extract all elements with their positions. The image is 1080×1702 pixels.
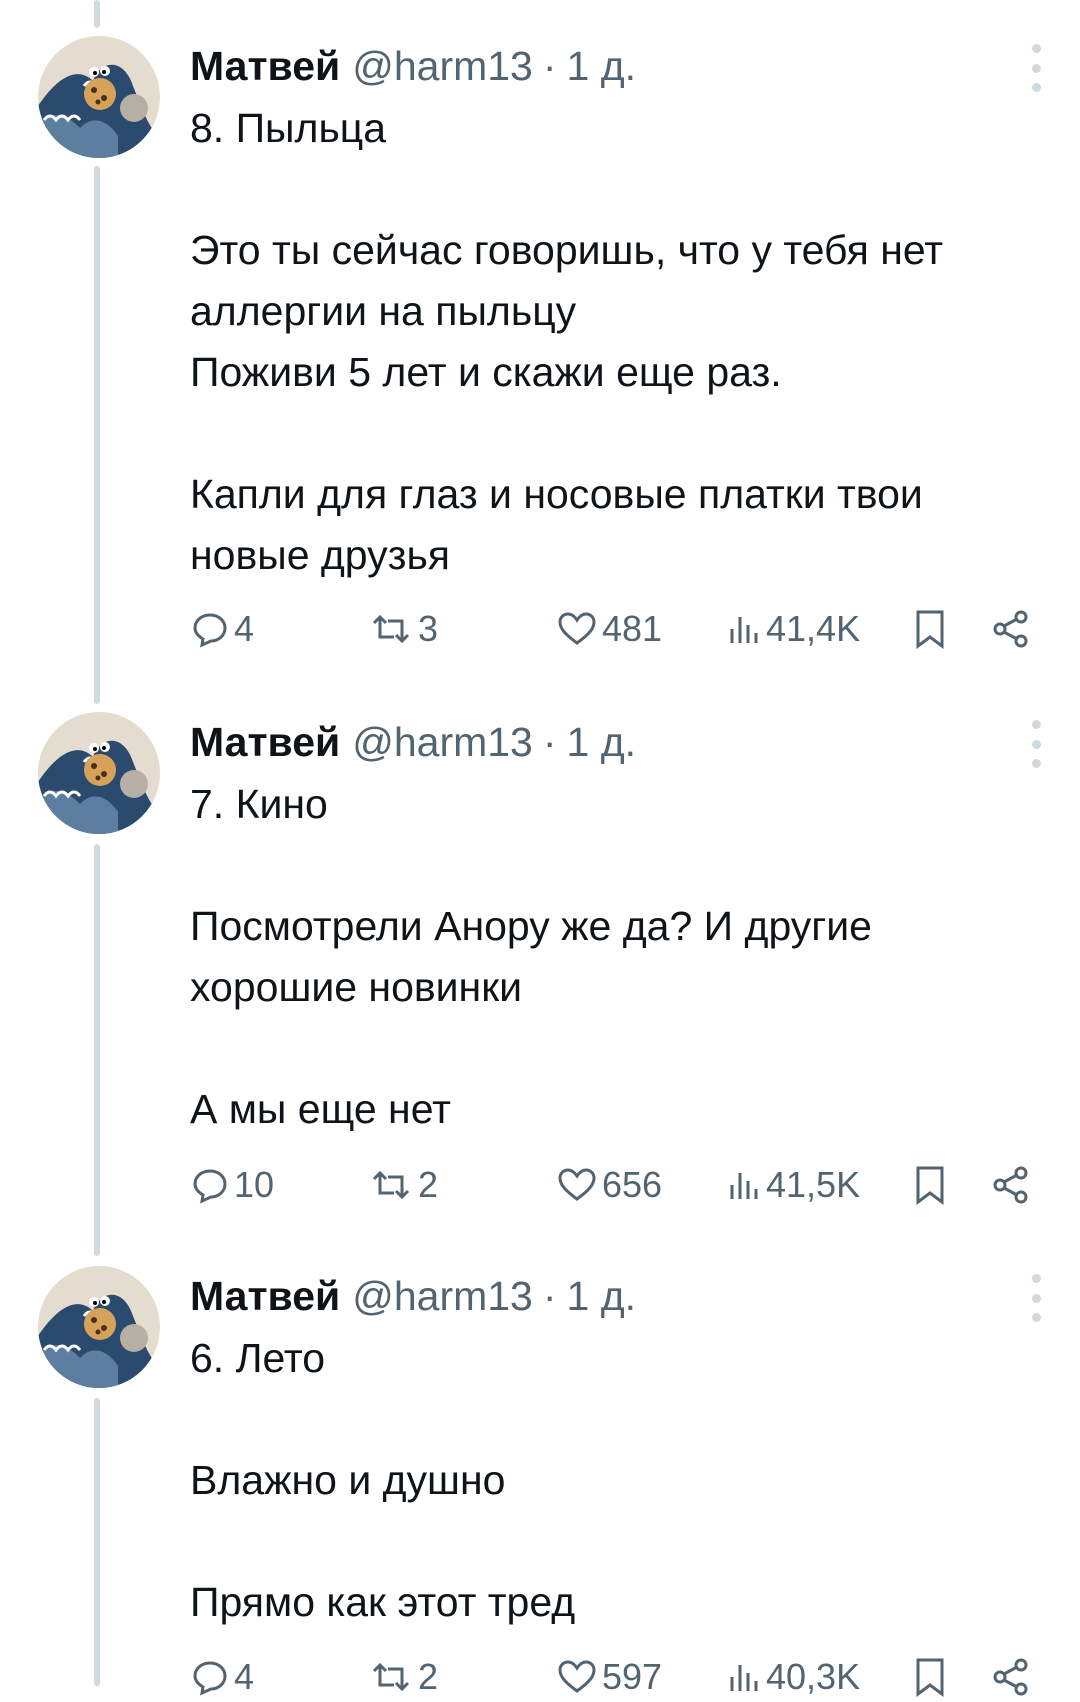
tweet-line: Посмотрели Анору же да? И другие — [190, 903, 872, 949]
tweet[interactable]: Матвей @harm13 · 1 д. 7. Кино Посмотрели… — [0, 712, 1080, 1232]
author-name[interactable]: Матвей — [190, 1273, 340, 1320]
share-button[interactable] — [990, 1652, 1036, 1702]
tweet-line: 7. Кино — [190, 781, 328, 827]
bookmark-button[interactable] — [912, 1652, 952, 1702]
author-name[interactable]: Матвей — [190, 719, 340, 766]
bookmark-icon — [916, 1658, 944, 1697]
retweet-button[interactable]: 3 — [368, 604, 438, 654]
tweet-text: 7. Кино Посмотрели Анору же да? И другие… — [190, 774, 1050, 1140]
like-count: 656 — [602, 1164, 663, 1205]
views-count: 40,3K — [766, 1656, 861, 1697]
tweet-line: аллергии на пыльцу — [190, 288, 577, 334]
views-button[interactable]: 41,5K — [726, 1160, 860, 1210]
reply-count: 4 — [234, 1656, 255, 1697]
reply-button[interactable]: 4 — [190, 604, 254, 654]
tweet-line: Прямо как этот тред — [190, 1579, 576, 1625]
action-bar: 10 2 656 41,5K — [190, 1160, 1050, 1210]
timestamp[interactable]: 1 д. — [567, 719, 637, 766]
tweet[interactable]: Матвей @harm13 · 1 д. 6. Лето Влажно и д… — [0, 1266, 1080, 1697]
views-count: 41,5K — [766, 1164, 861, 1205]
like-button[interactable]: 597 — [556, 1652, 662, 1702]
more-vertical-icon[interactable] — [1028, 716, 1044, 772]
like-count: 597 — [602, 1656, 663, 1697]
tweet-line: А мы еще нет — [190, 1086, 451, 1132]
author-handle[interactable]: @harm13 — [352, 1273, 533, 1320]
share-button[interactable] — [990, 604, 1036, 654]
retweet-count: 2 — [418, 1656, 439, 1697]
like-button[interactable]: 481 — [556, 604, 662, 654]
share-button[interactable] — [990, 1160, 1036, 1210]
reply-icon — [193, 613, 227, 648]
tweet-line: хорошие новинки — [190, 964, 523, 1010]
views-count: 41,4K — [766, 608, 861, 649]
retweet-count: 3 — [418, 608, 439, 649]
tweet-line: Поживи 5 лет и скажи еще раз. — [190, 349, 782, 395]
more-vertical-icon[interactable] — [1028, 40, 1044, 96]
bookmark-button[interactable] — [912, 604, 952, 654]
like-count: 481 — [602, 608, 663, 649]
reply-count: 4 — [234, 608, 255, 649]
views-chart-icon — [730, 617, 758, 643]
author-handle[interactable]: @harm13 — [352, 43, 533, 90]
views-button[interactable]: 41,4K — [726, 604, 860, 654]
tweet-header: Матвей @harm13 · 1 д. — [190, 718, 636, 766]
author-handle[interactable]: @harm13 — [352, 719, 533, 766]
timestamp[interactable]: 1 д. — [567, 1273, 637, 1320]
heart-icon — [558, 1168, 596, 1201]
tweet-line: 8. Пыльца — [190, 105, 387, 151]
reply-icon — [193, 1169, 227, 1204]
tweet-header: Матвей @harm13 · 1 д. — [190, 1272, 636, 1320]
more-vertical-icon[interactable] — [1028, 1270, 1044, 1326]
retweet-icon — [372, 1662, 410, 1692]
retweet-button[interactable]: 2 — [368, 1160, 438, 1210]
separator-dot: · — [542, 1272, 557, 1319]
action-bar: 4 2 597 40,3K — [190, 1652, 1050, 1702]
heart-icon — [558, 612, 596, 645]
views-chart-icon — [730, 1173, 758, 1199]
action-bar: 4 3 481 41,4K — [190, 604, 1050, 654]
share-icon — [993, 1658, 1028, 1696]
tweet-text: 6. Лето Влажно и душно Прямо как этот тр… — [190, 1328, 1050, 1633]
avatar[interactable] — [38, 712, 160, 834]
author-name[interactable]: Матвей — [190, 43, 340, 90]
separator-dot: · — [542, 42, 557, 89]
bookmark-icon — [916, 1166, 944, 1205]
views-button[interactable]: 40,3K — [726, 1652, 860, 1702]
separator-dot: · — [542, 718, 557, 765]
tweet-line: 6. Лето — [190, 1335, 326, 1381]
tweet-text: 8. Пыльца Это ты сейчас говоришь, что у … — [190, 98, 1050, 586]
retweet-count: 2 — [418, 1164, 439, 1205]
tweet[interactable]: Матвей @harm13 · 1 д. 8. Пыльца Это ты с… — [0, 36, 1080, 676]
bookmark-button[interactable] — [912, 1160, 952, 1210]
retweet-icon — [372, 614, 410, 644]
tweet-line: Влажно и душно — [190, 1457, 506, 1503]
views-chart-icon — [730, 1665, 758, 1691]
thread-line — [94, 0, 100, 28]
reply-button[interactable]: 4 — [190, 1652, 254, 1702]
heart-icon — [558, 1660, 596, 1693]
tweet-line: новые друзья — [190, 532, 451, 578]
like-button[interactable]: 656 — [556, 1160, 662, 1210]
timestamp[interactable]: 1 д. — [567, 43, 637, 90]
tweet-line: Капли для глаз и носовые платки твои — [190, 471, 923, 517]
retweet-button[interactable]: 2 — [368, 1652, 438, 1702]
avatar[interactable] — [38, 1266, 160, 1388]
reply-button[interactable]: 10 — [190, 1160, 274, 1210]
tweet-line: Это ты сейчас говоришь, что у тебя нет — [190, 227, 944, 273]
share-icon — [993, 610, 1028, 648]
bookmark-icon — [916, 610, 944, 649]
share-icon — [993, 1166, 1028, 1204]
avatar[interactable] — [38, 36, 160, 158]
reply-icon — [193, 1661, 227, 1696]
tweet-header: Матвей @harm13 · 1 д. — [190, 42, 636, 90]
retweet-icon — [372, 1170, 410, 1200]
reply-count: 10 — [234, 1164, 275, 1205]
